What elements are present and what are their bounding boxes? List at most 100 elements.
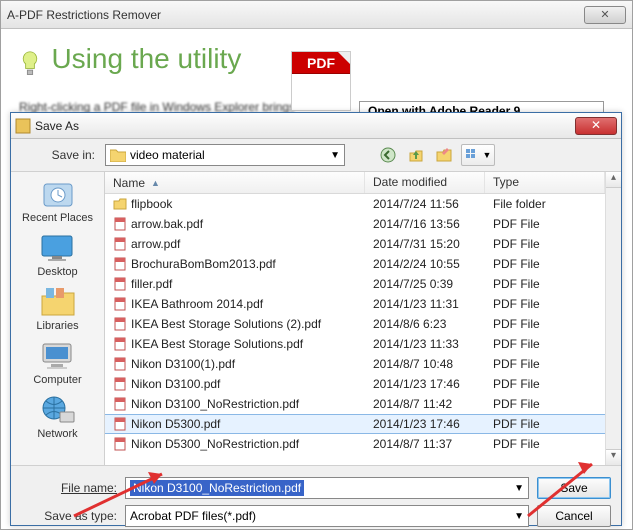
table-row[interactable]: BrochuraBomBom2013.pdf 2014/2/24 10:55PDF… [105,254,605,274]
table-row[interactable]: IKEA Best Storage Solutions (2).pdf 2014/… [105,314,605,334]
file-name: filler.pdf [131,277,172,291]
saveastype-combo[interactable]: Acrobat PDF files(*.pdf) ▼ [125,505,529,527]
dialog-bottom: File name: Nikon D3100_NoRestriction.pdf… [11,466,621,530]
folder-icon [110,148,126,162]
scroll-down-button[interactable]: ▾ [606,449,621,465]
file-type: File folder [485,197,605,211]
dialog-icon [15,118,31,134]
place-computer[interactable]: Computer [33,340,81,386]
filename-value: Nikon D3100_NoRestriction.pdf [130,480,304,496]
vertical-scrollbar[interactable]: ▴ ▾ [605,172,621,465]
new-folder-button[interactable] [433,144,455,166]
lightbulb-icon [19,50,41,78]
place-desktop[interactable]: Desktop [37,232,77,278]
page-fold-icon [338,52,350,64]
place-libraries[interactable]: Libraries [36,286,78,332]
file-type: PDF File [485,377,605,391]
place-label: Libraries [36,320,78,332]
table-row[interactable]: Nikon D5300.pdf2014/1/23 17:46PDF File [105,414,605,434]
filename-input[interactable]: Nikon D3100_NoRestriction.pdf ▼ [125,477,529,499]
filename-label: File name: [21,481,117,495]
table-row[interactable]: Nikon D5300_NoRestriction.pdf2014/8/7 11… [105,434,605,454]
file-name: IKEA Best Storage Solutions.pdf [131,337,303,351]
file-date: 2014/1/23 17:46 [365,377,485,391]
file-date: 2014/8/7 11:42 [365,397,485,411]
table-row[interactable]: arrow.bak.pdf2014/7/16 13:56PDF File [105,214,605,234]
file-date: 2014/7/24 11:56 [365,197,485,211]
file-name: arrow.pdf [131,237,180,251]
save-button[interactable]: Save [537,477,611,499]
saveastype-label: Save as type: [21,509,117,523]
file-date: 2014/8/7 10:48 [365,357,485,371]
file-name: IKEA Best Storage Solutions (2).pdf [131,317,321,331]
dialog-toolbar: Save in: video material ▼ ▼ [11,139,621,171]
file-date: 2014/8/6 6:23 [365,317,485,331]
pdf-file-icon [113,397,127,411]
app-title: A-PDF Restrictions Remover [7,8,584,22]
file-type: PDF File [485,297,605,311]
file-name: arrow.bak.pdf [131,217,203,231]
table-row[interactable]: IKEA Bathroom 2014.pdf 2014/1/23 11:31PDF… [105,294,605,314]
table-row[interactable]: arrow.pdf2014/7/31 15:20PDF File [105,234,605,254]
back-button[interactable] [377,144,399,166]
file-date: 2014/7/25 0:39 [365,277,485,291]
file-date: 2014/1/23 11:33 [365,337,485,351]
file-type: PDF File [485,357,605,371]
dialog-close-button[interactable]: ✕ [575,117,617,135]
table-row[interactable]: Nikon D3100.pdf 2014/1/23 17:46PDF File [105,374,605,394]
header-type[interactable]: Type [485,172,605,193]
pdf-file-icon [113,257,127,271]
file-type: PDF File [485,337,605,351]
file-name: flipbook [131,197,172,211]
file-type: PDF File [485,277,605,291]
place-label: Computer [33,374,81,386]
cancel-button[interactable]: Cancel [537,505,611,527]
heading: Using the utility [51,43,241,74]
place-recent[interactable]: Recent Places [22,178,93,224]
dialog-content: Recent Places Desktop Libraries Computer… [11,171,621,466]
table-row[interactable]: flipbook 2014/7/24 11:56File folder [105,194,605,214]
file-type: PDF File [485,417,605,431]
table-row[interactable]: filler.pdf 2014/7/25 0:39PDF File [105,274,605,294]
header-name[interactable]: Name▲ [105,172,365,193]
file-name: Nikon D3100.pdf [131,377,220,391]
place-label: Network [37,428,77,440]
file-date: 2014/7/31 15:20 [365,237,485,251]
place-label: Recent Places [22,212,93,224]
place-network[interactable]: Network [37,394,77,440]
pdf-file-icon [113,297,127,311]
savein-value: video material [130,148,205,162]
file-date: 2014/1/23 11:31 [365,297,485,311]
table-row[interactable]: Nikon D3100_NoRestriction.pdf 2014/8/7 11… [105,394,605,414]
dropdown-arrow-icon: ▼ [330,150,340,161]
place-label: Desktop [37,266,77,278]
table-row[interactable]: IKEA Best Storage Solutions.pdf 2014/1/23… [105,334,605,354]
file-rows[interactable]: flipbook 2014/7/24 11:56File folder arrow.… [105,194,605,465]
file-name: Nikon D3100(1).pdf [131,357,235,371]
places-bar: Recent Places Desktop Libraries Computer… [11,172,105,465]
file-type: PDF File [485,317,605,331]
scroll-up-button[interactable]: ▴ [606,172,621,188]
file-name: BrochuraBomBom2013.pdf [131,257,276,271]
saveastype-value: Acrobat PDF files(*.pdf) [130,509,256,523]
file-date: 2014/2/24 10:55 [365,257,485,271]
pdf-file-icon [113,357,127,371]
savein-label: Save in: [19,148,99,162]
pdf-thumbnail: PDF [291,51,351,111]
savein-combo[interactable]: video material ▼ [105,144,345,166]
up-button[interactable] [405,144,427,166]
pdf-file-icon [113,437,127,451]
app-titlebar: A-PDF Restrictions Remover ✕ [1,1,632,29]
view-menu-button[interactable]: ▼ [461,144,495,166]
file-date: 2014/8/7 11:37 [365,437,485,451]
app-close-button[interactable]: ✕ [584,6,626,24]
file-date: 2014/1/23 17:46 [365,417,485,431]
file-name: IKEA Bathroom 2014.pdf [131,297,263,311]
file-type: PDF File [485,257,605,271]
save-as-dialog: Save As ✕ Save in: video material ▼ ▼ Re… [10,112,622,526]
file-name: Nikon D3100_NoRestriction.pdf [131,397,299,411]
table-row[interactable]: Nikon D3100(1).pdf 2014/8/7 10:48PDF File [105,354,605,374]
dropdown-arrow-icon: ▼ [514,483,524,494]
header-date[interactable]: Date modified [365,172,485,193]
pdf-file-icon [113,377,127,391]
